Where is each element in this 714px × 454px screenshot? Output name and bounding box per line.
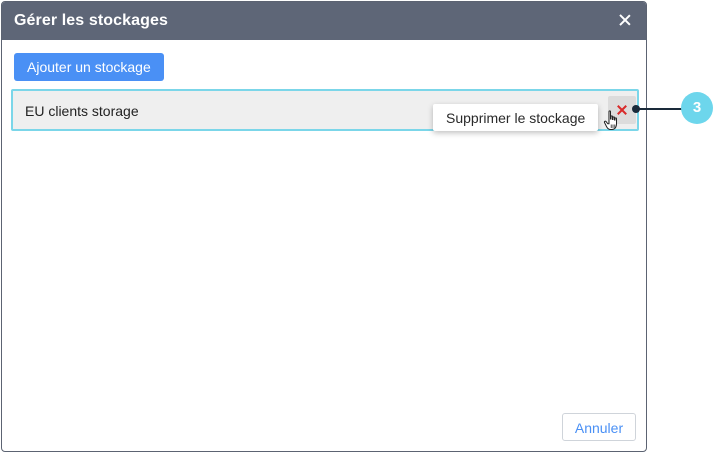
callout-line [636,108,684,110]
add-storage-button[interactable]: Ajouter un stockage [14,53,164,81]
storage-name: EU clients storage [25,103,139,119]
cancel-button[interactable]: Annuler [562,413,636,441]
dialog-title: Gérer les stockages [14,12,168,29]
close-icon[interactable] [616,11,634,29]
delete-tooltip: Supprimer le stockage [433,104,599,131]
dialog-header: Gérer les stockages [2,2,646,40]
manage-storages-dialog: Gérer les stockages Ajouter un stockage … [1,1,647,452]
hand-cursor-icon [603,110,617,130]
callout-badge: 3 [681,92,713,124]
callout-dot [632,105,640,113]
